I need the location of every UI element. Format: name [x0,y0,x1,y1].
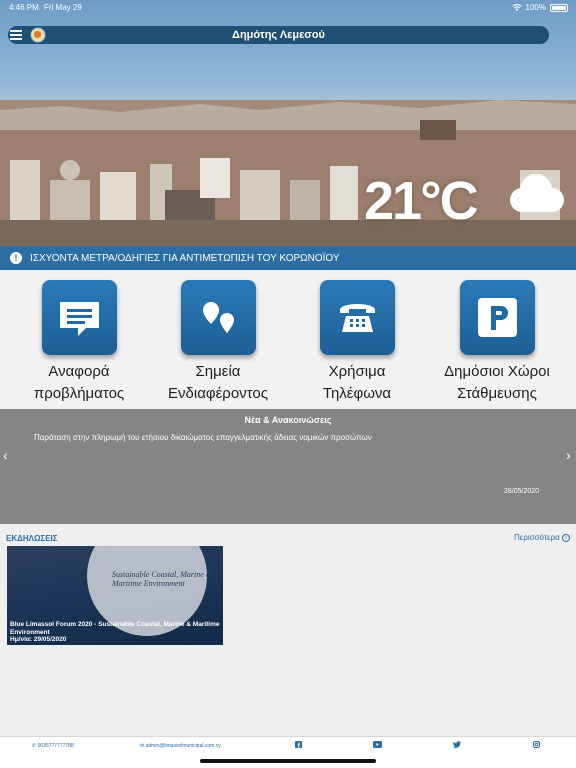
status-time: 4:46 PM [9,3,39,12]
envelope-icon: ✉ [140,743,145,749]
chat-icon [59,302,99,336]
news-carousel: Νέα & Ανακοινώσεις Παράταση στην πληρωμή… [0,409,576,524]
event-caption: Blue Limassol Forum 2020 - Sustainable C… [10,621,222,644]
phone-icon [339,304,375,332]
tile-icon-box [459,280,535,355]
battery-percent: 100% [525,3,546,12]
twitter-icon[interactable] [453,741,461,748]
chevron-right-circle-icon: › [562,533,570,542]
tile-label-line2: Στάθμευσης [457,385,537,402]
tile-icon-box [180,280,256,355]
covid-alert-banner[interactable]: ! ΙΣΧΥΟΝΤΑ ΜΕΤΡΑ/ΟΔΗΓΙΕΣ ΓΙΑ ΑΝΤΙΜΕΤΩΠΙΣ… [0,246,576,270]
wifi-icon [511,3,522,11]
tile-icon-box [319,280,395,355]
tile-useful-phones[interactable]: Χρήσιμα Τηλέφωνα [287,280,427,405]
footer-email-address: admin@limassolmunicipal.com.cy [145,743,221,749]
chevron-right-icon[interactable]: › [566,447,571,463]
event-title: Blue Limassol Forum 2020 - Sustainable C… [10,621,220,636]
chevron-left-icon[interactable]: ‹ [3,447,8,463]
tile-label-line2: Τηλέφωνα [322,385,392,402]
phone-small-icon: ✆ [32,743,37,749]
parking-icon [477,298,517,337]
event-date: Ημ/νία: 29/05/2020 [10,636,67,643]
tile-report-problem[interactable]: Αναφορά προβλήματος [9,280,149,405]
tile-label: Σημεία Ενδιαφέροντος [148,361,288,405]
footer-phone-number: 0035777777788 [37,743,74,749]
status-bar: 4:46 PM Fri May 29 100% [0,0,576,16]
tile-label: Δημόσιοι Χώροι Στάθμευσης [427,361,567,405]
tile-label-line2: προβλήματος [33,385,125,402]
footer-phone[interactable]: ✆ 0035777777788 [32,743,74,749]
news-item-date: 28/05/2020 [504,488,540,495]
status-indicators: 100% [511,3,568,12]
instagram-icon[interactable] [533,741,540,748]
tile-icon-box [41,280,117,355]
tile-label-line1: Δημόσιοι Χώροι [444,363,550,380]
info-icon: ! [10,252,22,264]
event-card[interactable]: Sustainable Coastal, Marine & Maritime E… [7,546,223,645]
temperature: 21°C [364,171,479,231]
home-indicator[interactable] [200,759,376,763]
quick-actions: Αναφορά προβλήματος Σημεία Ενδιαφέροντος [0,270,576,410]
tile-label-line1: Αναφορά [48,363,110,380]
facebook-icon[interactable] [295,741,302,748]
app-title: Δημότης Λεμεσού [232,29,325,41]
news-heading: Νέα & Ανακοινώσεις [244,415,332,425]
tile-public-parking[interactable]: Δημόσιοι Χώροι Στάθμευσης [427,280,567,405]
poster-title: Sustainable Coastal, Marine & Maritime E… [112,570,212,588]
battery-icon [550,3,568,12]
map-pin-icon [202,302,234,333]
footer-email[interactable]: ✉ admin@limassolmunicipal.com.cy [140,743,221,749]
events-section-title: ΕΚΔΗΛΩΣΕΙΣ [6,534,58,543]
status-date: Fri May 29 [44,3,82,12]
news-item-text[interactable]: Παράταση στην πληρωμή του ετήσιου δικαιώ… [34,433,372,442]
tile-label-line1: Χρήσιμα [328,363,386,380]
cloud-icon [510,174,564,212]
app-header: Δημότης Λεμεσού [8,26,549,44]
alert-text: ΙΣΧΥΟΝΤΑ ΜΕΤΡΑ/ΟΔΗΓΙΕΣ ΓΙΑ ΑΝΤΙΜΕΤΩΠΙΣΗ … [30,253,340,264]
tile-label-line2: Ενδιαφέροντος [168,385,268,402]
more-link-label: Περισσότερα [513,533,560,542]
tile-label: Αναφορά προβλήματος [9,361,149,405]
more-link[interactable]: Περισσότερα › [514,533,570,542]
weather-widget: 21°C [364,170,568,234]
tile-label-line1: Σημεία [195,363,241,380]
footer-bar: ✆ 0035777777788 ✉ admin@limassolmunicipa… [0,736,576,768]
hero-banner: 4:46 PM Fri May 29 100% Δημότης Λεμεσού … [0,0,576,246]
youtube-icon[interactable] [373,741,382,748]
tile-points-of-interest[interactable]: Σημεία Ενδιαφέροντος [148,280,288,405]
tile-label: Χρήσιμα Τηλέφωνα [287,361,427,405]
